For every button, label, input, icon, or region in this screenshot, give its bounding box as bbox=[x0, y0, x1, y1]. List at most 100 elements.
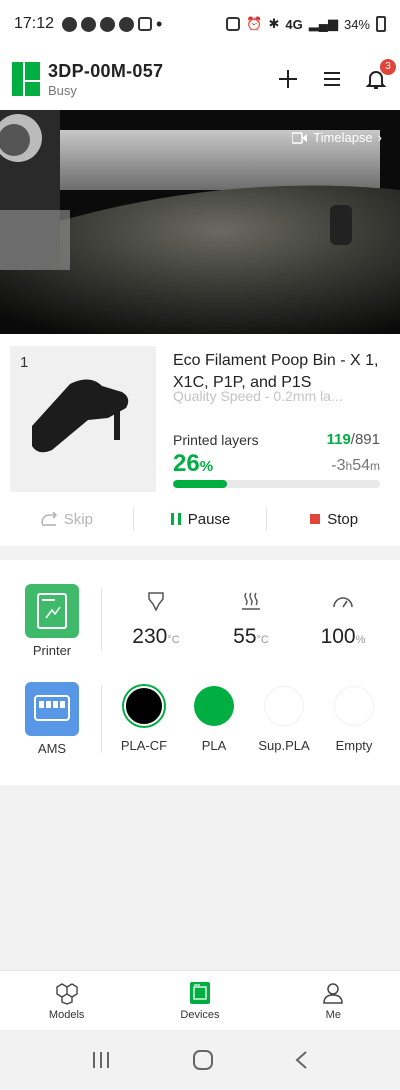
percent-unit: % bbox=[199, 458, 214, 475]
job-profile: Quality Speed - 0.2mm la... bbox=[173, 388, 343, 404]
nav-devices-label: Devices bbox=[180, 1008, 220, 1021]
printer-status-card: Printer 230°C 55°C 100% AMS PLA-CF PLA S… bbox=[0, 560, 400, 785]
minutes-unit: m bbox=[370, 459, 380, 473]
clock-icon bbox=[119, 16, 135, 32]
stop-button[interactable]: Stop bbox=[267, 511, 400, 528]
menu-icon bbox=[324, 72, 340, 86]
nav-me-label: Me bbox=[325, 1008, 341, 1021]
pause-button[interactable]: Pause bbox=[134, 511, 267, 528]
spool-color-4 bbox=[334, 686, 374, 726]
layers-current: 119 bbox=[326, 431, 351, 448]
stop-icon bbox=[310, 514, 321, 524]
system-status-bar: 17:12 • ⏰ ✱ 4G ▂▄▆ 34% bbox=[0, 0, 400, 48]
chevron-right-icon: › bbox=[377, 130, 382, 145]
pause-label: Pause bbox=[187, 510, 231, 528]
divider bbox=[101, 588, 102, 650]
bluetooth-icon: ✱ bbox=[268, 16, 280, 31]
bed-temp-metric[interactable]: 55°C bbox=[211, 590, 291, 649]
remaining-time: -3h54m bbox=[331, 457, 380, 475]
at-icon bbox=[100, 16, 116, 32]
ams-tile[interactable] bbox=[25, 682, 79, 736]
timelapse-label: Timelapse bbox=[313, 130, 373, 145]
system-navigation-bar bbox=[0, 1030, 400, 1090]
spool-color-1 bbox=[124, 686, 164, 726]
add-device-button[interactable] bbox=[276, 67, 300, 91]
bottom-navigation: Models Devices Me bbox=[0, 970, 400, 1030]
spool-label-4: Empty bbox=[335, 738, 373, 753]
nozzle-icon bbox=[148, 592, 164, 612]
chat-icon bbox=[62, 16, 78, 32]
plate-number: 1 bbox=[20, 354, 29, 371]
spool-slot-1[interactable]: PLA-CF bbox=[104, 686, 184, 753]
nav-devices[interactable]: Devices bbox=[133, 971, 266, 1030]
network-type: 4G bbox=[285, 16, 303, 32]
temp-unit: °C bbox=[167, 634, 180, 646]
cubes-icon bbox=[55, 982, 78, 1005]
speed-metric[interactable]: 100% bbox=[303, 590, 383, 649]
battery-saver-icon bbox=[226, 17, 241, 31]
nav-models[interactable]: Models bbox=[0, 971, 133, 1030]
model-preview-image bbox=[32, 379, 129, 453]
spool-label-3: Sup.PLA bbox=[258, 738, 310, 753]
spool-color-3 bbox=[264, 686, 304, 726]
video-camera-icon bbox=[292, 131, 308, 144]
snapchat-icon bbox=[81, 16, 97, 32]
temp-unit: °C bbox=[256, 634, 269, 646]
nav-models-label: Models bbox=[48, 1008, 85, 1021]
speed-unit: % bbox=[355, 634, 366, 646]
device-icon bbox=[189, 981, 210, 1004]
speedometer-icon bbox=[333, 597, 353, 608]
back-icon[interactable] bbox=[294, 1050, 310, 1070]
progress-percent: 26% bbox=[173, 450, 213, 478]
app-header: 3DP-00M-057 Busy 3 bbox=[0, 48, 400, 110]
spool-slot-3[interactable]: Sup.PLA bbox=[244, 686, 324, 753]
battery-icon bbox=[376, 16, 386, 32]
menu-button[interactable] bbox=[320, 67, 344, 91]
heatbed-icon bbox=[242, 592, 260, 610]
layers-label: Printed layers bbox=[173, 432, 259, 448]
remaining-minutes: 54 bbox=[352, 457, 370, 474]
spool-color-2 bbox=[194, 686, 234, 726]
skip-button[interactable]: Skip bbox=[0, 511, 133, 528]
nav-me[interactable]: Me bbox=[267, 971, 400, 1030]
bed-temp-value: 55 bbox=[233, 625, 257, 648]
percent-value: 26 bbox=[173, 450, 200, 477]
spool-slot-4[interactable]: Empty bbox=[314, 686, 394, 753]
divider bbox=[101, 685, 102, 753]
spool-label-1: PLA-CF bbox=[120, 738, 168, 753]
progress-bar bbox=[173, 480, 380, 488]
progress-bar-fill bbox=[173, 480, 227, 488]
spool-slot-2[interactable]: PLA bbox=[174, 686, 254, 753]
recent-apps-icon[interactable] bbox=[90, 1050, 112, 1070]
ams-icon bbox=[34, 695, 70, 721]
home-icon[interactable] bbox=[192, 1049, 214, 1071]
device-info[interactable]: 3DP-00M-057 Busy bbox=[48, 61, 163, 98]
speed-value: 100 bbox=[320, 625, 356, 648]
notifications-button[interactable]: 3 bbox=[364, 59, 396, 91]
nozzle-temp-metric[interactable]: 230°C bbox=[116, 590, 196, 649]
model-thumbnail[interactable]: 1 bbox=[10, 346, 156, 492]
battery-level: 34% bbox=[343, 16, 370, 32]
bambu-logo-icon bbox=[12, 62, 40, 96]
nozzle-temp-value: 230 bbox=[132, 625, 168, 648]
printer-tile[interactable] bbox=[25, 584, 79, 638]
layers-count: 119/891 bbox=[327, 431, 380, 448]
timelapse-button[interactable]: Timelapse › bbox=[292, 130, 382, 145]
dot-icon: • bbox=[156, 14, 163, 34]
printer-icon bbox=[37, 593, 67, 629]
print-job-card: 1 Eco Filament Poop Bin - X 1, X1C, P1P,… bbox=[0, 334, 400, 546]
alarm-icon: ⏰ bbox=[246, 16, 263, 31]
skip-icon bbox=[40, 512, 57, 526]
job-actions: Skip Pause Stop bbox=[0, 504, 400, 534]
device-status: Busy bbox=[48, 82, 77, 98]
signal-icon: ▂▄▆ bbox=[308, 16, 338, 31]
user-icon bbox=[323, 982, 344, 1004]
remaining-hours: 3 bbox=[336, 457, 346, 474]
printer-label: Printer bbox=[32, 643, 72, 658]
layers-total: /891 bbox=[350, 431, 380, 448]
calendar-icon bbox=[138, 17, 153, 31]
plus-icon bbox=[279, 70, 297, 88]
pause-icon bbox=[170, 513, 181, 525]
ams-label: AMS bbox=[37, 741, 67, 756]
skip-label: Skip bbox=[63, 510, 93, 528]
